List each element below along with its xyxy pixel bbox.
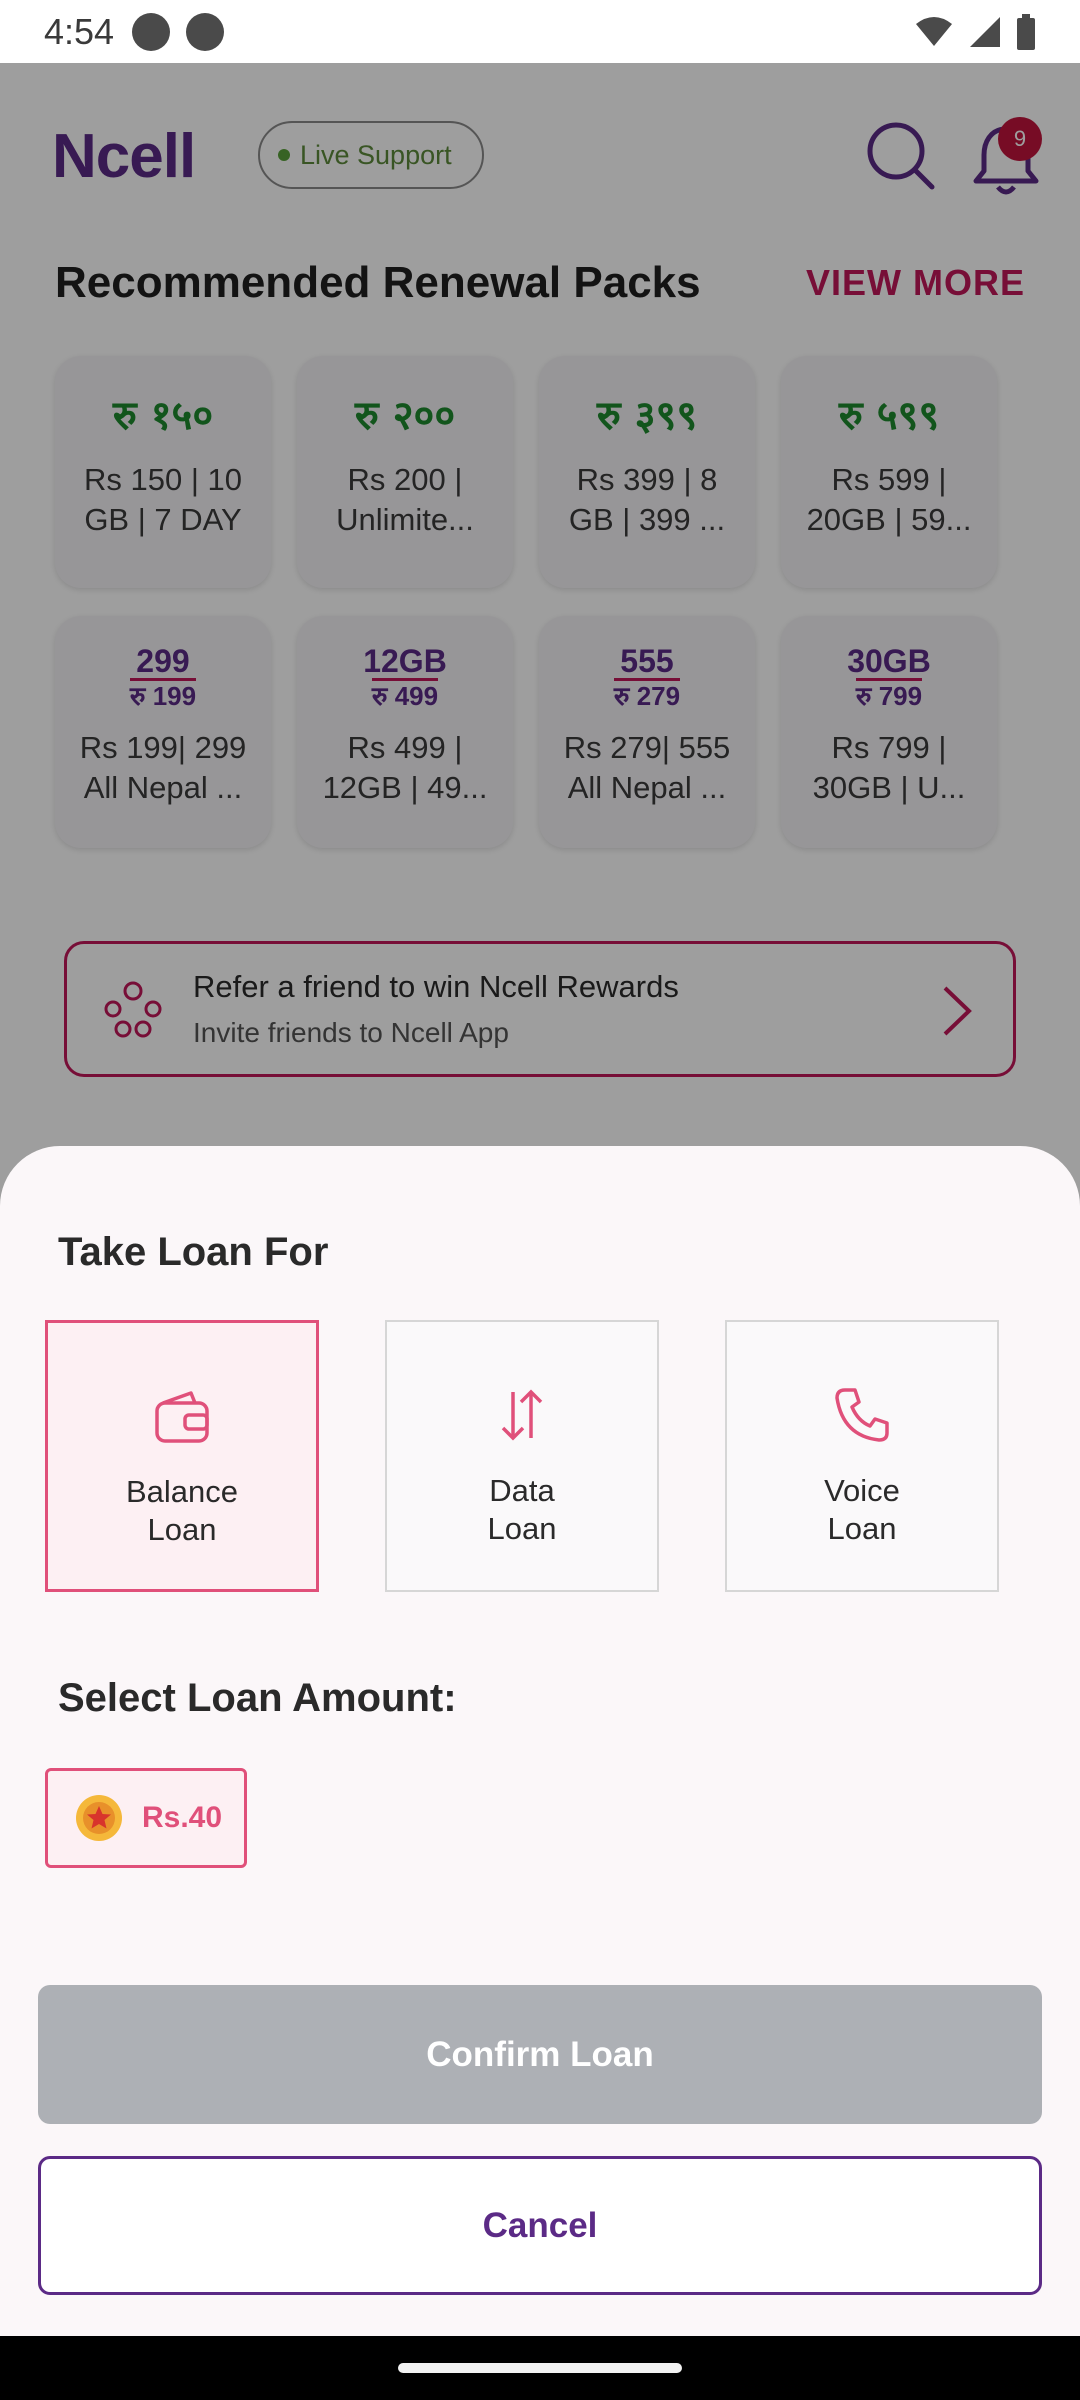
coin-icon [76, 1795, 122, 1841]
loan-type-label: Data Loan [487, 1473, 557, 1546]
loan-type-data[interactable]: Data Loan [385, 1320, 659, 1592]
data-arrows-icon [501, 1389, 543, 1441]
confirm-loan-button[interactable]: Confirm Loan [38, 1985, 1042, 2124]
loan-amount-option[interactable]: Rs.40 [45, 1768, 247, 1868]
loan-type-balance[interactable]: Balance Loan [45, 1320, 319, 1592]
wifi-icon [916, 16, 952, 46]
loan-type-label: Voice Loan [824, 1473, 900, 1546]
loan-type-voice[interactable]: Voice Loan [725, 1320, 999, 1592]
signal-icon [970, 16, 1000, 47]
loan-type-label: Balance Loan [125, 1474, 239, 1547]
system-nav-bar [0, 2336, 1080, 2400]
status-bar: 4:54 [0, 0, 1080, 63]
sheet-title: Take Loan For [58, 1230, 329, 1274]
cancel-button[interactable]: Cancel [38, 2156, 1042, 2295]
status-icons [914, 13, 1036, 50]
status-time: 4:54 [44, 10, 115, 52]
notification-dot-icon [186, 12, 225, 51]
wallet-icon [155, 1391, 209, 1443]
battery-icon [1017, 13, 1035, 50]
sync-icon [132, 12, 171, 51]
loan-type-options: Balance Loan Data Loan Voice Loan [45, 1320, 999, 1592]
loan-amount-value: Rs.40 [142, 1801, 223, 1834]
loan-bottom-sheet: Take Loan For Balance Loan Data Loan Voi… [0, 1146, 1080, 2336]
amount-title: Select Loan Amount: [58, 1676, 457, 1720]
home-gesture-handle[interactable] [398, 2363, 682, 2373]
phone-icon [835, 1388, 889, 1442]
screen: 4:54 Ncell Live Support 9 Recommended Re… [0, 0, 1080, 2400]
